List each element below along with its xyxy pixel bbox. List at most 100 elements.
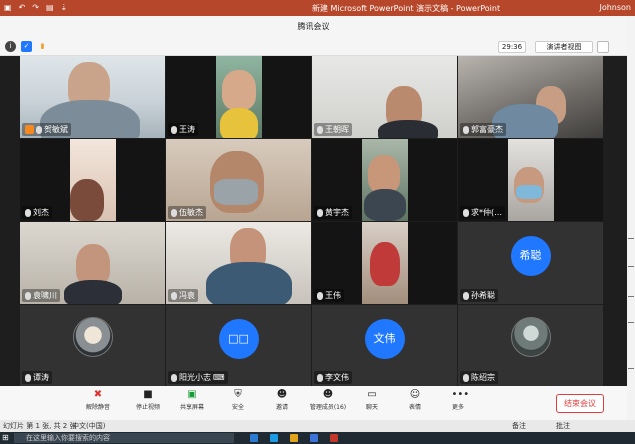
add-user-icon: ☻ xyxy=(276,389,288,400)
video-tile[interactable]: 刘杰 xyxy=(20,139,165,221)
video-tile[interactable]: 冯袁 xyxy=(166,222,311,304)
participant-name-tag: 冯袁 xyxy=(168,289,198,302)
members-icon: ☻ xyxy=(322,389,334,400)
video-tile[interactable]: 求*仲(… xyxy=(458,139,603,221)
participant-body xyxy=(220,108,258,138)
mic-icon xyxy=(463,125,469,134)
participant-name-tag: 刘杰 xyxy=(22,206,52,219)
present-icon[interactable]: ▤ xyxy=(46,3,54,12)
video-button[interactable]: ■ 停止视频 xyxy=(128,389,168,411)
shield-icon[interactable]: ✓ xyxy=(21,41,32,52)
participant-name-tag: 贺敏斌 xyxy=(22,123,71,136)
participant-name-tag: 王涛 xyxy=(168,123,198,136)
mic-icon xyxy=(317,208,323,217)
participant-body xyxy=(370,242,400,286)
participant-name-tag: 郭富豪杰 xyxy=(460,123,506,136)
participant-avatar: □□ xyxy=(218,319,259,360)
video-tile[interactable]: 袁啸川 xyxy=(20,222,165,304)
participant-name-tag: 王朝晖 xyxy=(314,123,352,136)
video-tile[interactable]: 谭涛 xyxy=(20,305,165,386)
video-tile[interactable]: 伍敏杰 xyxy=(166,139,311,221)
participant-body xyxy=(378,120,438,138)
video-tile[interactable]: 文伟 李文伟 xyxy=(312,305,457,386)
fullscreen-icon[interactable] xyxy=(597,41,609,53)
participant-name-tag: 王伟 xyxy=(314,289,344,302)
video-tile[interactable]: 王伟 xyxy=(312,222,457,304)
more-button[interactable]: ••• 更多 xyxy=(438,389,478,411)
mic-off-icon: ✖ xyxy=(93,389,103,400)
text-line xyxy=(628,296,634,297)
user-name[interactable]: Johnson xyxy=(599,3,631,12)
participant-avatar xyxy=(510,317,551,358)
mic-icon xyxy=(463,291,469,300)
participant-name-tag: 李文伟 xyxy=(314,371,352,384)
file-explorer-icon[interactable] xyxy=(290,434,298,442)
video-tile[interactable]: 王涛 xyxy=(166,56,311,138)
info-icon[interactable]: i xyxy=(5,41,16,52)
save-icon[interactable]: ▣ xyxy=(4,3,12,12)
task-view-icon[interactable] xyxy=(250,434,258,442)
edge-icon[interactable] xyxy=(270,434,278,442)
shield-icon: ⛨ xyxy=(234,389,242,400)
redo-icon[interactable]: ↷ xyxy=(32,3,39,12)
participant-avatar: 希聪 xyxy=(510,236,551,277)
participant-name-tag: 伍敏杰 xyxy=(168,206,206,219)
end-meeting-button[interactable]: 结束会议 xyxy=(556,394,604,413)
powerpoint-icon[interactable] xyxy=(330,434,338,442)
participant-body xyxy=(64,280,122,304)
share-screen-icon: ▣ xyxy=(187,389,197,400)
meeting-toolbar: ✖ 解除静音 ■ 停止视频 ▣ 共享屏幕 ⛨ 安全 ☻ 邀请 ☻ 管理成员(16… xyxy=(0,386,627,420)
chat-icon: ▭ xyxy=(367,389,377,400)
invite-button[interactable]: ☻ 邀请 xyxy=(262,389,302,411)
undo-icon[interactable]: ↶ xyxy=(19,3,26,12)
tencent-meeting-icon[interactable] xyxy=(310,434,318,442)
mic-icon xyxy=(463,373,469,382)
reactions-button[interactable]: ☺ 表情 xyxy=(395,389,435,411)
mic-icon xyxy=(171,125,177,134)
video-tile[interactable]: 黄宇杰 xyxy=(312,139,457,221)
security-button[interactable]: ⛨ 安全 xyxy=(218,389,258,411)
mute-button[interactable]: ✖ 解除静音 xyxy=(78,389,118,411)
meeting-window: 腾讯会议 i ✓ ▮ 29:36 演讲者视图 贺敏斌 王涛 王朝晖 郭富豪杰 刘… xyxy=(0,16,627,420)
device-icon: ⌨ xyxy=(213,373,225,382)
video-tile[interactable]: 郭富豪杰 xyxy=(458,56,603,138)
mic-icon xyxy=(171,373,177,382)
text-line xyxy=(628,266,634,267)
notes-button[interactable]: 备注 xyxy=(512,421,526,431)
powerpoint-slide-edge xyxy=(627,16,635,420)
chat-button[interactable]: ▭ 聊天 xyxy=(352,389,392,411)
video-tile[interactable]: 陈绍宗 xyxy=(458,305,603,386)
face-mask xyxy=(214,179,258,205)
meeting-window-title: 腾讯会议 xyxy=(0,16,627,38)
participant-name-tag: 求*仲(… xyxy=(460,206,506,219)
host-icon xyxy=(25,125,34,134)
video-tile[interactable]: 希聪 孙希聪 xyxy=(458,222,603,304)
taskbar-search-box[interactable]: 在这里输入你要搜索的内容 xyxy=(14,433,234,443)
participant-name-tag: 袁啸川 xyxy=(22,289,60,302)
language-indicator[interactable]: 中文(中国) xyxy=(72,421,105,431)
participant-name-tag: 孙希聪 xyxy=(460,289,498,302)
mic-icon xyxy=(25,373,31,382)
participant-name-tag: 阳光小志 ⌨ xyxy=(168,371,228,384)
powerpoint-status-bar: 幻灯片 第 1 张, 共 2 张 中文(中国) 备注 批注 xyxy=(0,420,635,432)
video-grid: 贺敏斌 王涛 王朝晖 郭富豪杰 刘杰 伍敏杰 黄宇杰 求*仲(… 袁啸川 冯袁 … xyxy=(20,56,603,386)
comments-button[interactable]: 批注 xyxy=(556,421,570,431)
windows-start-icon[interactable]: ⊞ xyxy=(2,433,9,442)
mic-icon xyxy=(171,208,177,217)
desktop: ▣ ↶ ↷ ▤ ⇣ 新建 Microsoft PowerPoint 演示文稿 -… xyxy=(0,0,635,444)
signal-icon[interactable]: ▮ xyxy=(37,41,48,52)
participant-name-tag: 黄宇杰 xyxy=(314,206,352,219)
slide-counter: 幻灯片 第 1 张, 共 2 张 xyxy=(3,422,77,430)
presenter-view-button[interactable]: 演讲者视图 xyxy=(535,41,593,53)
video-tile[interactable]: □□ 阳光小志 ⌨ xyxy=(166,305,311,386)
text-line xyxy=(628,322,634,323)
manage-members-button[interactable]: ☻ 管理成员(16) xyxy=(306,389,350,411)
customize-icon[interactable]: ⇣ xyxy=(61,3,68,12)
video-tile[interactable]: 贺敏斌 xyxy=(20,56,165,138)
share-screen-button[interactable]: ▣ 共享屏幕 xyxy=(172,389,212,411)
meeting-timer: 29:36 xyxy=(498,41,526,53)
participant-body xyxy=(206,262,292,304)
video-tile[interactable]: 王朝晖 xyxy=(312,56,457,138)
participant-face xyxy=(222,70,256,110)
face-mask xyxy=(516,185,542,199)
